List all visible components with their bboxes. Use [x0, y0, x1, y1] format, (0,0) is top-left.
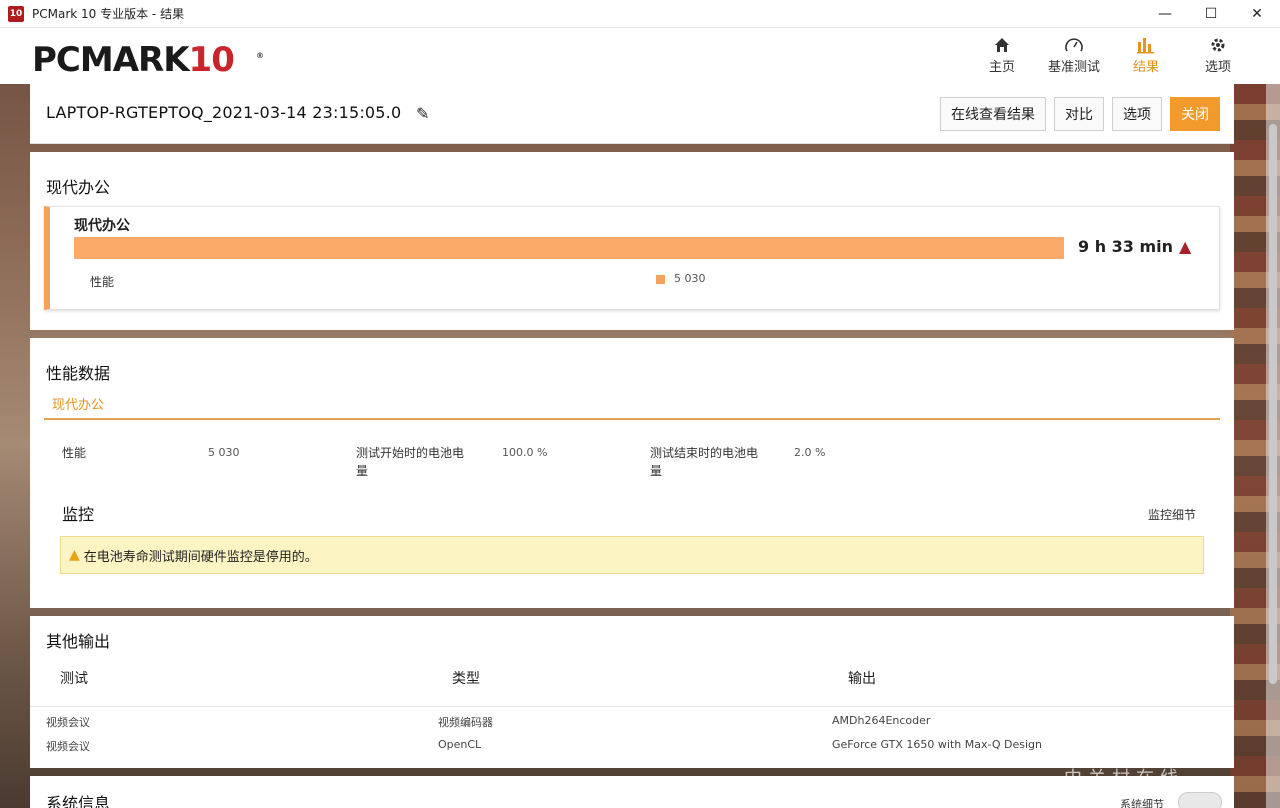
tab-modern-office[interactable]: 现代办公 — [52, 394, 104, 413]
benchmark-result-box: 现代办公 9 h 33 min ▲ 性能 5 030 — [44, 206, 1220, 310]
edit-pencil-icon[interactable]: ✎ — [416, 104, 429, 123]
compare-button[interactable]: 对比 — [1054, 97, 1104, 131]
system-info-title: 系统信息 — [46, 794, 111, 808]
pcmark-logo: PCMARK10 ® — [32, 40, 264, 80]
zol-watermark-subtitle: 中关村在线 — [1064, 768, 1184, 789]
summary-title: 现代办公 — [46, 178, 111, 197]
sub-score-label: 性能 — [90, 275, 115, 289]
system-info-card: 系统信息 系统细节 — [30, 776, 1234, 808]
scrollbar-thumb[interactable] — [1269, 124, 1277, 684]
other-output-title: 其他输出 — [46, 632, 111, 651]
main-nav: 主页 基准测试 结果 选项 — [976, 34, 1244, 75]
app-header: PCMARK10 ® 主页 基准测试 结果 选项 — [0, 28, 1280, 84]
benchmark-name: 现代办公 — [74, 218, 130, 234]
minimize-button[interactable]: — — [1142, 0, 1188, 28]
field-value-battery-start: 100.0 % — [502, 446, 548, 459]
gauge-icon — [1064, 34, 1084, 56]
nav-results[interactable]: 结果 — [1120, 34, 1172, 75]
system-details-label: 系统细节 — [1120, 798, 1164, 808]
alert-warning-icon: ▲ — [69, 547, 80, 563]
tab-underline — [44, 418, 1220, 420]
column-header-test: 测试 — [60, 671, 88, 687]
table-cell: GeForce GTX 1650 with Max-Q Design — [832, 738, 1043, 751]
result-name: LAPTOP-RGTEPTOQ_2021-03-14 23:15:05.0 — [46, 103, 402, 122]
result-header: LAPTOP-RGTEPTOQ_2021-03-14 23:15:05.0 ✎ … — [30, 84, 1234, 144]
performance-card: 性能数据 现代办公 性能 5 030 测试开始时的电池电量 100.0 % 测试… — [30, 338, 1234, 608]
scrollbar[interactable] — [1266, 84, 1280, 808]
column-header-type: 类型 — [452, 671, 480, 687]
performance-title: 性能数据 — [46, 364, 111, 383]
benchmark-score-bar — [74, 237, 1064, 259]
table-cell: AMDh264Encoder — [832, 714, 931, 727]
bar-chart-icon — [1136, 34, 1156, 56]
app-icon: 10 — [8, 5, 24, 22]
zol-watermark: ZOL — [1048, 702, 1178, 767]
table-cell: 视频会议 — [46, 740, 90, 753]
home-icon — [993, 34, 1011, 56]
field-label-battery-start: 测试开始时的电池电量 — [356, 446, 465, 478]
table-cell: 视频编码器 — [438, 716, 493, 729]
nav-benchmarks[interactable]: 基准测试 — [1048, 34, 1100, 75]
monitoring-details-link[interactable]: 监控细节 — [1148, 506, 1196, 523]
table-cell: OpenCL — [438, 738, 482, 751]
monitoring-title: 监控 — [62, 505, 95, 524]
benchmark-score: 9 h 33 min ▲ — [1078, 237, 1192, 256]
summary-card: 现代办公 现代办公 9 h 33 min ▲ 性能 5 030 — [30, 152, 1234, 330]
system-details-toggle[interactable] — [1178, 792, 1222, 808]
field-value-performance: 5 030 — [208, 446, 240, 459]
legend-swatch — [656, 275, 665, 284]
window-title: PCMark 10 专业版本 - 结果 — [32, 7, 185, 21]
close-window-button[interactable]: ✕ — [1234, 0, 1280, 28]
column-header-output: 输出 — [848, 671, 876, 687]
field-label-battery-end: 测试结束时的电池电量 — [650, 446, 759, 478]
gear-icon — [1209, 34, 1227, 56]
monitoring-alert: ▲ 在电池寿命测试期间硬件监控是停用的。 — [60, 536, 1204, 574]
close-result-button[interactable]: 关闭 — [1170, 97, 1220, 131]
table-cell: 视频会议 — [46, 716, 90, 729]
view-online-button[interactable]: 在线查看结果 — [940, 97, 1046, 131]
sub-score-value: 5 030 — [674, 272, 706, 285]
window-title-bar: 10 PCMark 10 专业版本 - 结果 — ☐ ✕ — [0, 0, 1280, 28]
nav-options[interactable]: 选项 — [1192, 34, 1244, 75]
options-button[interactable]: 选项 — [1112, 97, 1162, 131]
nav-home[interactable]: 主页 — [976, 34, 1028, 75]
field-label-performance: 性能 — [62, 446, 87, 460]
field-value-battery-end: 2.0 % — [794, 446, 826, 459]
warning-icon[interactable]: ▲ — [1179, 237, 1191, 256]
maximize-button[interactable]: ☐ — [1188, 0, 1234, 28]
